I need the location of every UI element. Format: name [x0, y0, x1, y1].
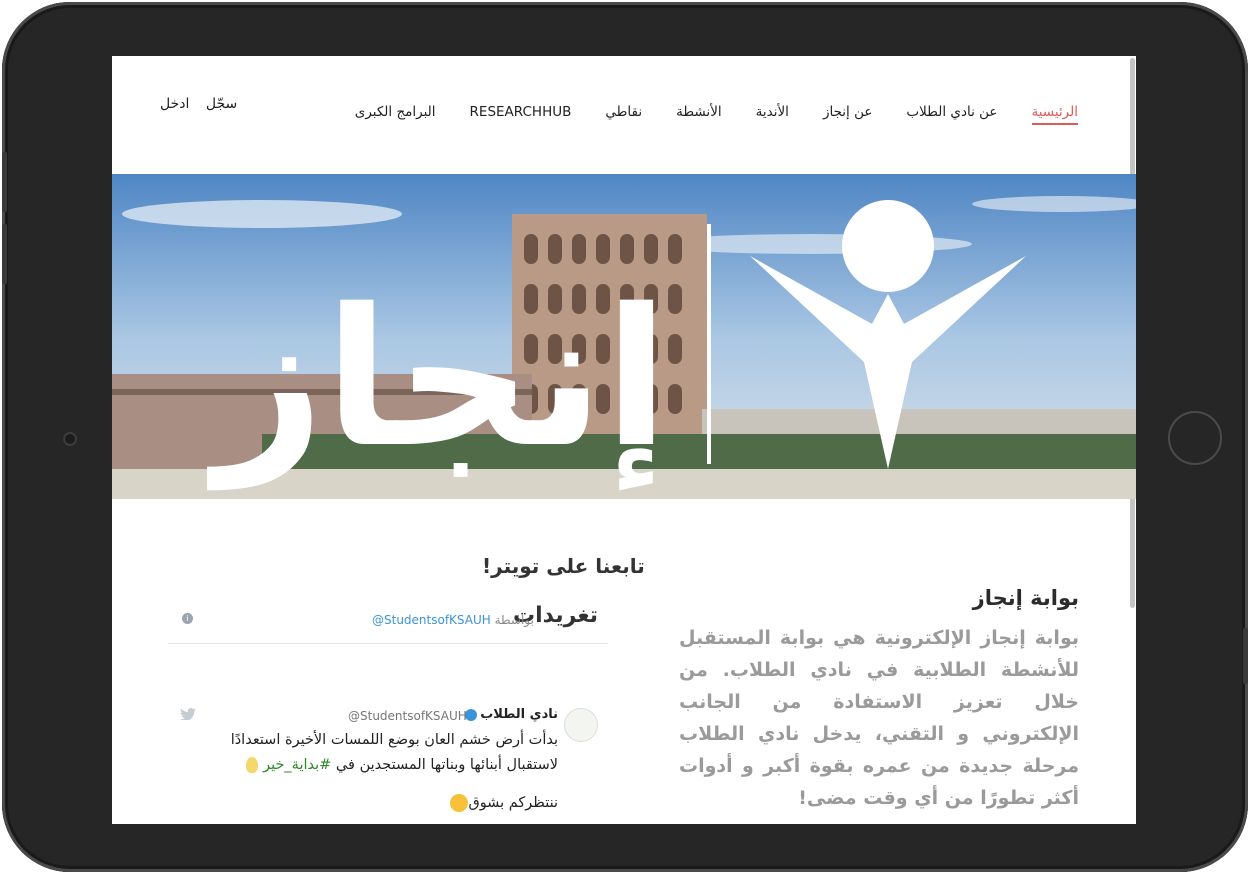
nav-item-about-enjaz[interactable]: عن إنجاز [823, 104, 872, 125]
camera-icon [63, 432, 77, 446]
tweet-text-line2: ننتظركم بشوق [450, 794, 558, 812]
top-navigation: سجّل ادخل الرئيسية عن نادي الطلاب عن إنج… [112, 56, 1136, 174]
nav-item-home[interactable]: الرئيسية [1031, 104, 1078, 125]
follow-twitter-heading: تابعنا على تويتر! [482, 554, 645, 578]
byline-handle-link[interactable]: @StudentsofKSAUH [372, 613, 491, 627]
tweet-text: بدأت أرض خشم العان بوضع اللمسات الأخيرة … [230, 732, 558, 773]
hashtag-link[interactable]: #بداية_خير [263, 757, 331, 773]
lightbulb-icon [246, 757, 259, 773]
portal-title: بوابة إنجاز [972, 586, 1079, 610]
info-icon[interactable]: i [182, 613, 193, 624]
nav-item-major-programs[interactable]: البرامج الكبرى [355, 104, 436, 125]
avatar[interactable] [564, 708, 598, 742]
twitter-bird-icon[interactable] [180, 708, 196, 720]
portal-description: بوابة إنجاز الإلكترونية هي بوابة المستقب… [679, 627, 1079, 809]
verified-icon [465, 708, 478, 721]
home-button[interactable] [1168, 411, 1222, 465]
byline-label: بواسطة [494, 613, 534, 627]
nav-item-about-club[interactable]: عن نادي الطلاب [906, 104, 997, 125]
register-link[interactable]: سجّل [206, 96, 237, 112]
login-link[interactable]: ادخل [160, 96, 189, 112]
tweet-author[interactable]: نادي الطلاب [462, 707, 558, 722]
twitter-widget-header: تغريدات @StudentsofKSAUH بواسطة i [168, 591, 608, 644]
auth-links: سجّل ادخل [160, 96, 249, 112]
nav-item-clubs[interactable]: الأندية [756, 104, 789, 125]
hero-wordmark: إنجاز [207, 268, 669, 492]
twitter-widget-byline: @StudentsofKSAUH بواسطة [372, 613, 534, 627]
heart-eyes-icon [450, 794, 469, 812]
twitter-widget: تغريدات @StudentsofKSAUH بواسطة i نادي ا… [168, 591, 608, 824]
tweet-handle[interactable]: @StudentsofKSAUH [348, 709, 467, 723]
nav-item-researchhub[interactable]: RESEARCHHUB [470, 104, 572, 125]
screen: سجّل ادخل الرئيسية عن نادي الطلاب عن إنج… [112, 56, 1136, 824]
hero-banner: إنجاز [112, 174, 1136, 499]
nav-item-activities[interactable]: الأنشطة [676, 104, 722, 125]
nav-item-my-points[interactable]: نقاطي [605, 104, 642, 125]
main-menu: الرئيسية عن نادي الطلاب عن إنجاز الأندية… [355, 104, 1078, 125]
